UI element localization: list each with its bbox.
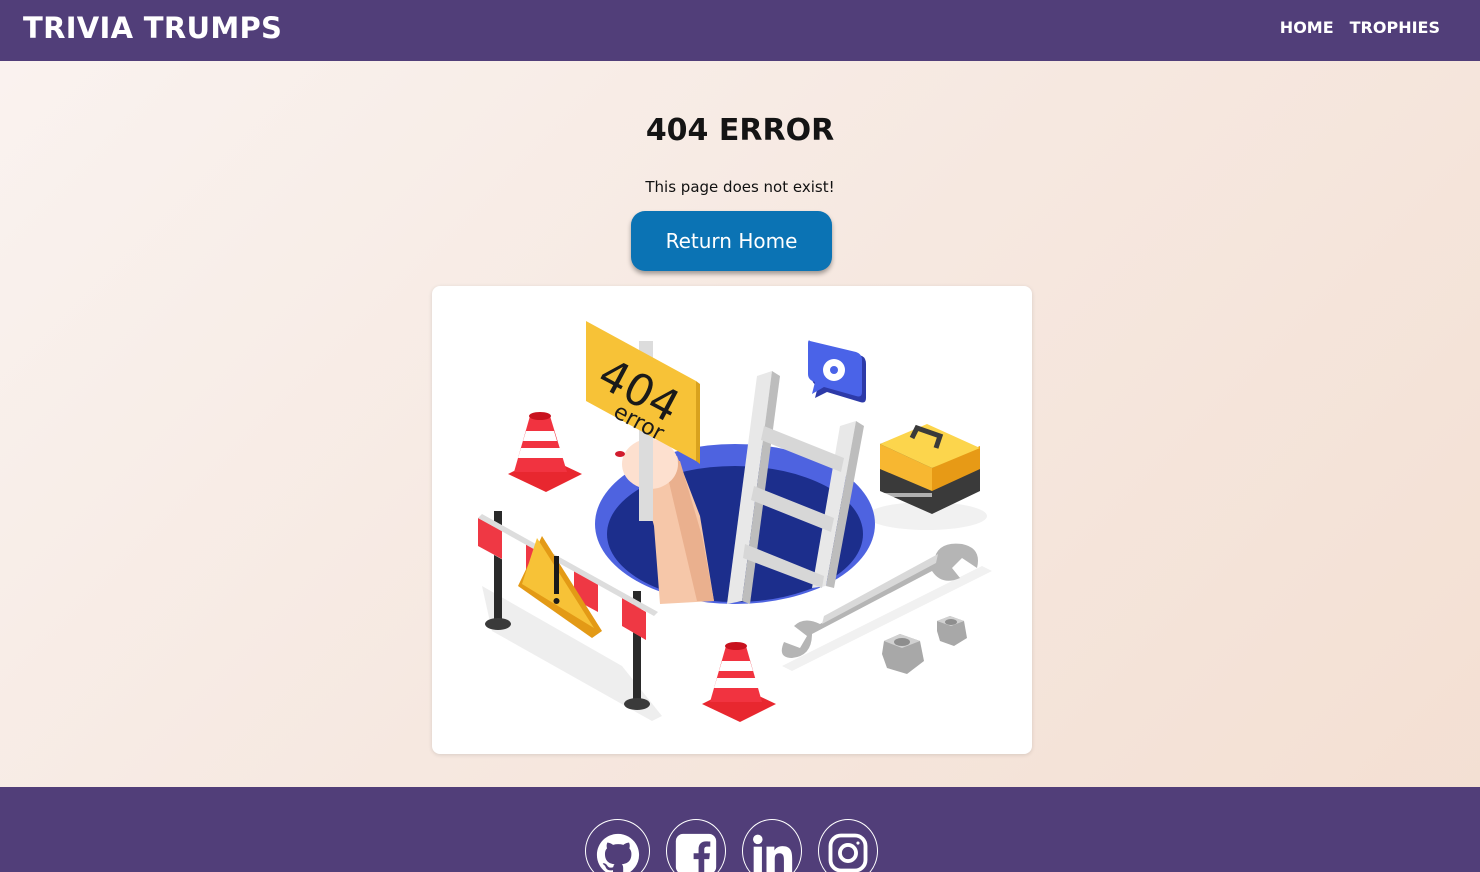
nav-trophies-link[interactable]: TROPHIES	[1350, 18, 1440, 37]
main-content: 404 ERROR This page does not exist! Retu…	[0, 61, 1480, 787]
github-icon	[596, 833, 639, 872]
settings-bubble	[808, 340, 866, 403]
illustration-card: 404 error	[432, 286, 1032, 754]
nuts	[882, 616, 967, 674]
navbar: TRIVIA TRUMPS HOME TROPHIES	[0, 0, 1480, 61]
return-home-button[interactable]: Return Home	[631, 211, 832, 271]
instagram-link[interactable]	[818, 819, 878, 872]
traffic-cone-bottom	[702, 642, 776, 722]
facebook-link[interactable]	[666, 819, 726, 872]
facebook-icon	[675, 833, 717, 872]
instagram-icon	[828, 833, 868, 872]
linkedin-link[interactable]	[742, 819, 802, 872]
github-link[interactable]	[585, 819, 650, 872]
nav-home-link[interactable]: HOME	[1280, 18, 1334, 37]
nav-links: HOME TROPHIES	[1280, 18, 1440, 37]
footer	[0, 787, 1480, 872]
error-message: This page does not exist!	[645, 178, 835, 196]
construction-404-illustration: 404 error	[478, 321, 992, 722]
page-title: 404 ERROR	[645, 113, 835, 148]
traffic-cone-top	[508, 412, 582, 492]
brand-title[interactable]: TRIVIA TRUMPS	[23, 11, 282, 45]
linkedin-icon	[753, 834, 793, 872]
toolbox	[880, 424, 980, 514]
